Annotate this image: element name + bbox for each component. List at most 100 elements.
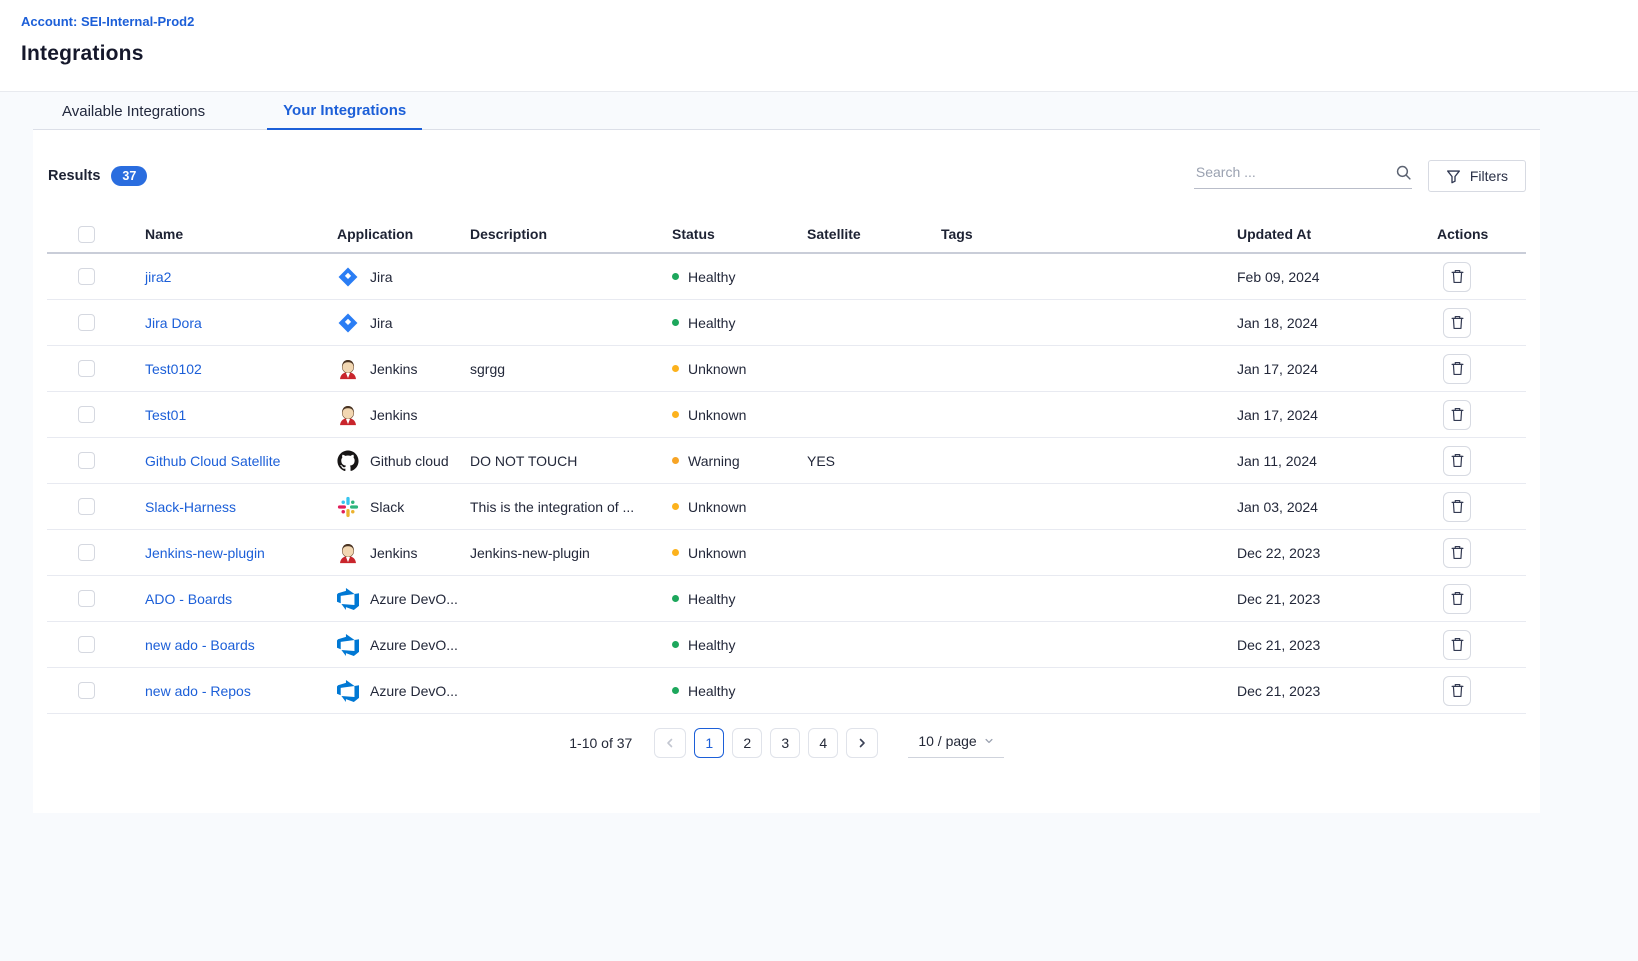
delete-button[interactable] [1443, 308, 1471, 338]
status-dot [672, 595, 679, 602]
row-checkbox[interactable] [78, 268, 95, 285]
content-card: Results 37 Filters Name Application Des [33, 130, 1540, 813]
account-link[interactable]: Account: SEI-Internal-Prod2 [21, 14, 194, 29]
integration-name-link[interactable]: Test01 [145, 407, 186, 423]
row-checkbox[interactable] [78, 498, 95, 515]
row-checkbox[interactable] [78, 636, 95, 653]
status-dot [672, 273, 679, 280]
updated-at-cell: Feb 09, 2024 [1237, 269, 1437, 285]
tab-your-integrations[interactable]: Your Integrations [267, 92, 422, 130]
application-label: Azure DevO... [370, 637, 458, 653]
updated-at-cell: Jan 18, 2024 [1237, 315, 1437, 331]
pagination-page-4[interactable]: 4 [808, 728, 838, 758]
status-dot [672, 411, 679, 418]
integration-name-link[interactable]: jira2 [145, 269, 171, 285]
table-row: jira2 Jira Healthy Feb 09, 2024 [47, 254, 1526, 300]
page-size-select[interactable]: 10 / page [908, 729, 1003, 758]
table-row: ADO - Boards Azure DevO... Healthy Dec 2… [47, 576, 1526, 622]
row-checkbox[interactable] [78, 682, 95, 699]
delete-button[interactable] [1443, 446, 1471, 476]
integrations-table: Name Application Description Status Sate… [47, 216, 1526, 714]
application-icon [337, 496, 359, 518]
trash-icon [1451, 683, 1464, 698]
integration-name-link[interactable]: Jenkins-new-plugin [145, 545, 265, 561]
table-row: Test0102 Jenkins sgrgg Unknown Jan 17, 2… [47, 346, 1526, 392]
results-count-badge: 37 [111, 166, 147, 187]
application-icon [337, 358, 359, 380]
application-icon [337, 542, 359, 564]
updated-at-cell: Dec 21, 2023 [1237, 683, 1437, 699]
delete-button[interactable] [1443, 262, 1471, 292]
filters-button-label: Filters [1470, 168, 1508, 184]
delete-button[interactable] [1443, 676, 1471, 706]
status-dot [672, 319, 679, 326]
results-summary: Results 37 [47, 166, 147, 187]
application-icon [337, 588, 359, 610]
integration-name-link[interactable]: Jira Dora [145, 315, 202, 331]
chevron-right-icon [856, 737, 868, 749]
pagination-page-1[interactable]: 1 [694, 728, 724, 758]
page-size-label: 10 / page [918, 733, 976, 749]
application-label: Jenkins [370, 545, 417, 561]
pagination-page-2[interactable]: 2 [732, 728, 762, 758]
tab-available-integrations[interactable]: Available Integrations [46, 92, 221, 130]
table-row: Slack-Harness Slack This is the integrat… [47, 484, 1526, 530]
row-checkbox[interactable] [78, 314, 95, 331]
column-header-name: Name [145, 226, 337, 242]
updated-at-cell: Dec 21, 2023 [1237, 637, 1437, 653]
status-label: Warning [688, 453, 740, 469]
status-label: Healthy [688, 315, 735, 331]
description-cell: DO NOT TOUCH [470, 453, 672, 469]
search-icon[interactable] [1395, 164, 1412, 181]
chevron-down-icon [984, 736, 994, 746]
integration-name-link[interactable]: Slack-Harness [145, 499, 236, 515]
row-checkbox[interactable] [78, 590, 95, 607]
pagination-prev-button[interactable] [654, 728, 686, 758]
row-checkbox[interactable] [78, 360, 95, 377]
pagination-next-button[interactable] [846, 728, 878, 758]
integration-name-link[interactable]: Test0102 [145, 361, 202, 377]
status-label: Healthy [688, 591, 735, 607]
status-label: Healthy [688, 269, 735, 285]
filters-button[interactable]: Filters [1428, 160, 1526, 192]
trash-icon [1451, 407, 1464, 422]
trash-icon [1451, 591, 1464, 606]
row-checkbox[interactable] [78, 452, 95, 469]
application-icon [337, 312, 359, 334]
application-label: Jenkins [370, 361, 417, 377]
integration-name-link[interactable]: ADO - Boards [145, 591, 232, 607]
delete-button[interactable] [1443, 492, 1471, 522]
table-row: Jenkins-new-plugin Jenkins Jenkins-new-p… [47, 530, 1526, 576]
application-label: Azure DevO... [370, 683, 458, 699]
description-cell: sgrgg [470, 361, 672, 377]
column-header-updated-at: Updated At [1237, 226, 1437, 242]
application-label: Jira [370, 315, 393, 331]
pagination-range: 1-10 of 37 [569, 735, 632, 751]
search-input[interactable] [1194, 163, 1395, 181]
updated-at-cell: Dec 21, 2023 [1237, 591, 1437, 607]
status-label: Unknown [688, 499, 746, 515]
description-cell: This is the integration of ... [470, 499, 672, 515]
table-row: new ado - Boards Azure DevO... Healthy D… [47, 622, 1526, 668]
trash-icon [1451, 453, 1464, 468]
delete-button[interactable] [1443, 584, 1471, 614]
chevron-left-icon [664, 737, 676, 749]
application-label: Jira [370, 269, 393, 285]
updated-at-cell: Jan 03, 2024 [1237, 499, 1437, 515]
pagination-page-3[interactable]: 3 [770, 728, 800, 758]
row-checkbox[interactable] [78, 544, 95, 561]
delete-button[interactable] [1443, 354, 1471, 384]
trash-icon [1451, 499, 1464, 514]
delete-button[interactable] [1443, 538, 1471, 568]
integration-name-link[interactable]: new ado - Repos [145, 683, 251, 699]
row-checkbox[interactable] [78, 406, 95, 423]
table-row: Github Cloud Satellite Github cloud DO N… [47, 438, 1526, 484]
integration-name-link[interactable]: Github Cloud Satellite [145, 453, 280, 469]
delete-button[interactable] [1443, 400, 1471, 430]
application-label: Slack [370, 499, 404, 515]
results-label: Results [48, 168, 100, 184]
status-dot [672, 457, 679, 464]
delete-button[interactable] [1443, 630, 1471, 660]
select-all-checkbox[interactable] [78, 226, 95, 243]
integration-name-link[interactable]: new ado - Boards [145, 637, 255, 653]
